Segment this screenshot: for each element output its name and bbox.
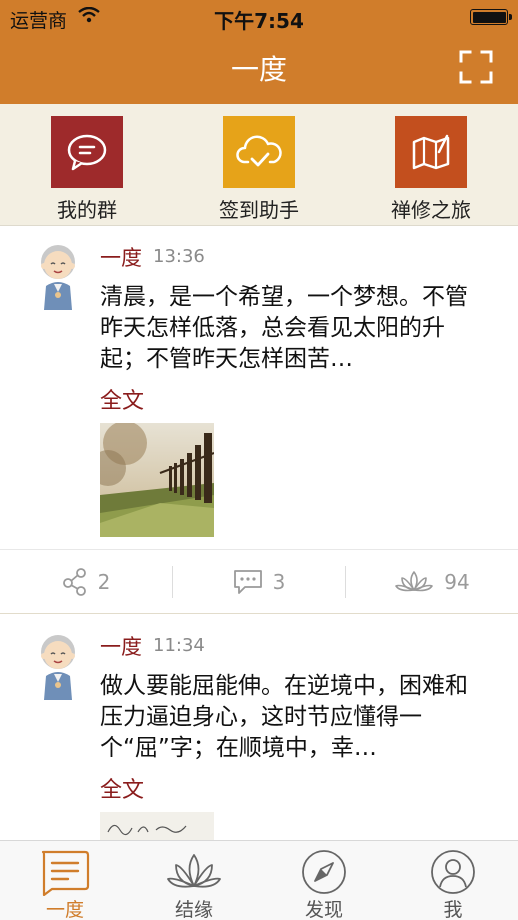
- share-icon: [62, 568, 86, 596]
- checkin-assistant-button[interactable]: 签到助手: [199, 116, 319, 223]
- post-image[interactable]: [100, 812, 214, 840]
- compass-icon: [296, 847, 352, 897]
- tab-label: 一度: [45, 899, 84, 920]
- comment-button[interactable]: 3: [173, 550, 345, 614]
- comment-icon: [233, 570, 262, 594]
- tab-label: 发现: [304, 899, 343, 920]
- read-more-link[interactable]: 全文: [100, 383, 144, 415]
- my-groups-label: 我的群: [57, 198, 117, 222]
- chat-bubble-icon: [51, 116, 123, 188]
- checkin-assistant-label: 签到助手: [219, 198, 299, 222]
- post-time: 13:36: [153, 246, 205, 267]
- tab-yidu[interactable]: 一度: [0, 841, 130, 920]
- post-image[interactable]: [100, 423, 214, 537]
- tab-label: 我: [443, 899, 463, 920]
- post-actions: 2 3 94: [0, 549, 518, 613]
- document-icon: [37, 847, 93, 897]
- app-header: 运营商 下午7:54 一度: [0, 0, 518, 104]
- post-text[interactable]: 做人要能屈能伸。在逆境中，困难和压力逼迫身心，这时节应懂得一个“屈”字；在顺境中…: [100, 671, 472, 764]
- tab-bar: 一度 结缘 发现 我: [0, 840, 518, 920]
- like-count: 94: [444, 570, 470, 594]
- scan-icon[interactable]: [458, 49, 494, 85]
- battery-icon: [470, 9, 512, 25]
- cloud-check-icon: [223, 116, 295, 188]
- page-title: 一度: [230, 53, 287, 86]
- lotus-icon: [395, 571, 434, 592]
- meditation-journey-button[interactable]: 禅修之旅: [371, 116, 491, 223]
- share-button[interactable]: 2: [0, 550, 172, 614]
- read-more-link[interactable]: 全文: [100, 772, 144, 804]
- tab-label: 结缘: [174, 899, 213, 920]
- like-button[interactable]: 94: [346, 550, 518, 614]
- status-bar: 运营商 下午7:54: [0, 0, 518, 34]
- status-time: 下午7:54: [214, 9, 304, 33]
- my-groups-button[interactable]: 我的群: [27, 116, 147, 223]
- post-author[interactable]: 一度: [100, 242, 142, 272]
- tab-jieyuan[interactable]: 结缘: [129, 841, 259, 920]
- meditation-journey-label: 禅修之旅: [391, 198, 471, 222]
- lotus-icon: [166, 847, 222, 897]
- tab-me[interactable]: 我: [388, 841, 518, 920]
- avatar[interactable]: [34, 240, 82, 310]
- post-author[interactable]: 一度: [100, 631, 142, 661]
- comment-count: 3: [272, 570, 286, 594]
- map-icon: [395, 116, 467, 188]
- avatar[interactable]: [34, 630, 82, 700]
- tab-discover[interactable]: 发现: [259, 841, 389, 920]
- post-text[interactable]: 清晨，是一个希望，一个梦想。不管昨天怎样低落，总会看见太阳的升起；不管昨天怎样困…: [100, 282, 472, 375]
- user-icon: [425, 847, 481, 897]
- quick-actions-bar: 我的群 签到助手 禅修之旅: [0, 104, 518, 226]
- post-time: 11:34: [153, 635, 205, 656]
- divider: [0, 613, 518, 614]
- share-count: 2: [97, 570, 111, 594]
